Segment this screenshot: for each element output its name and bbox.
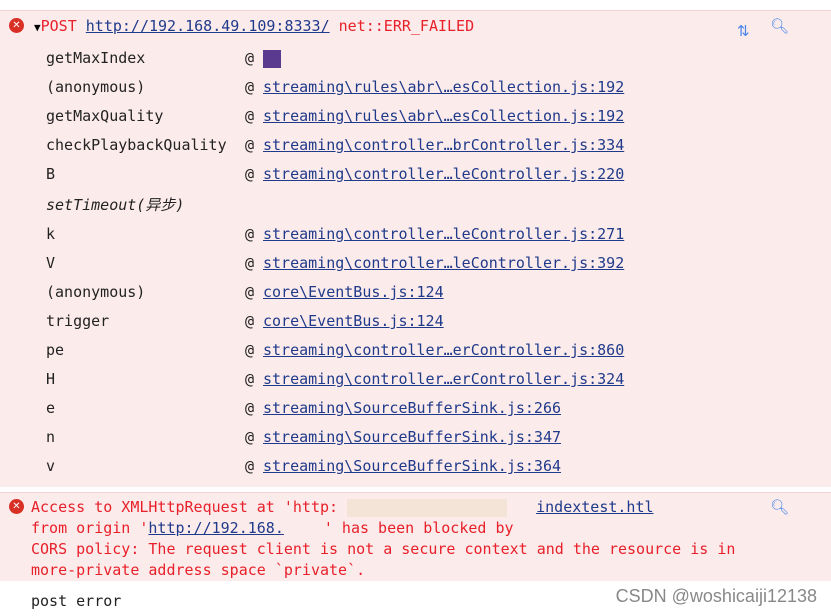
search-icon[interactable]: 🔍︎	[770, 498, 789, 516]
error-circle-icon: ✕	[9, 18, 24, 33]
stack-frame: B @ streaming\controller…leController.js:2…	[46, 163, 624, 185]
origin-link[interactable]: http://192.168.	[148, 519, 283, 537]
network-arrows-icon[interactable]: ⇅	[737, 22, 750, 40]
search-icon[interactable]: 🔍︎	[770, 17, 789, 35]
at-sign: @	[245, 165, 255, 183]
stack-frame: H @ streaming\controller…erController.js:3…	[46, 368, 624, 390]
function-name: getMaxIndex	[46, 49, 146, 67]
source-link[interactable]: streaming\controller…leController.js:392	[263, 254, 624, 272]
stack-frame: e @ streaming\SourceBufferSink.js:266	[46, 397, 561, 419]
stack-frame: (anonymous) @ streaming\rules\abr\…esColle…	[46, 76, 624, 98]
stack-frame: checkPlaybackQuality @ streaming\controlle…	[46, 134, 624, 156]
source-link[interactable]: streaming\controller…leController.js:220	[263, 165, 624, 183]
function-name: V	[46, 254, 56, 272]
at-sign: @	[245, 136, 255, 154]
request-url[interactable]: http://192.168.49.109:8333/	[86, 17, 330, 35]
function-name: (anonymous)	[46, 78, 146, 96]
source-link[interactable]: streaming\SourceBufferSink.js:347	[263, 428, 561, 446]
source-link[interactable]: streaming\controller…erController.js:860	[263, 341, 624, 359]
redacted-block	[263, 49, 281, 68]
at-sign: @	[245, 428, 255, 446]
at-sign: @	[245, 370, 255, 388]
function-name: e	[46, 399, 56, 417]
stack-frame: getMaxIndex @	[46, 47, 281, 69]
source-link[interactable]: streaming\controller…erController.js:324	[263, 370, 624, 388]
source-link[interactable]: core\EventBus.js:124	[263, 312, 444, 330]
stack-frame: (anonymous) @ core\EventBus.js:124	[46, 281, 444, 303]
at-sign: @	[245, 283, 255, 301]
function-name: setTimeout(异步)	[46, 196, 185, 214]
stack-frame: setTimeout(异步)	[46, 194, 184, 216]
stack-frame: V @ streaming\controller…leController.js:3…	[46, 252, 624, 274]
at-sign: @	[245, 312, 255, 330]
source-link[interactable]: indextest.htl	[536, 498, 653, 516]
function-name: trigger	[46, 312, 110, 330]
function-name: checkPlaybackQuality	[46, 136, 227, 154]
error-message-post: ✕ ▼POST http://192.168.49.109:8333/ net:…	[0, 10, 831, 487]
stack-frame: trigger @ core\EventBus.js:124	[46, 310, 444, 332]
source-link[interactable]: streaming\controller…brController.js:334	[263, 136, 624, 154]
status: net::ERR_FAILED	[338, 17, 475, 35]
at-sign: @	[245, 107, 255, 125]
function-name: (anonymous)	[46, 283, 146, 301]
stack-frame: getMaxQuality @ streaming\rules\abr\…esCol…	[46, 105, 624, 127]
source-link[interactable]: streaming\rules\abr\…esCollection.js:192	[263, 78, 624, 96]
at-sign: @	[245, 49, 255, 67]
console-log: post error	[31, 592, 122, 610]
function-name: v	[46, 457, 56, 475]
at-sign: @	[245, 225, 255, 243]
function-name: pe	[46, 341, 65, 359]
source-link[interactable]: streaming\controller…leController.js:271	[263, 225, 624, 243]
at-sign: @	[245, 78, 255, 96]
at-sign: @	[245, 341, 255, 359]
stack-frame: n @ streaming\SourceBufferSink.js:347	[46, 426, 561, 448]
function-name: n	[46, 428, 56, 446]
function-name: getMaxQuality	[46, 107, 164, 125]
error-circle-icon: ✕	[9, 499, 24, 514]
function-name: H	[46, 370, 56, 388]
at-sign: @	[245, 254, 255, 272]
at-sign: @	[245, 399, 255, 417]
source-link[interactable]: streaming\SourceBufferSink.js:364	[263, 457, 561, 475]
triangle-down-icon[interactable]: ▼	[34, 21, 41, 34]
function-name: B	[46, 165, 56, 183]
source-link[interactable]: streaming\SourceBufferSink.js:266	[263, 399, 561, 417]
error-message-cors: ✕ 🔍︎ Access to XMLHttpRequest at 'http: …	[0, 492, 831, 581]
at-sign: @	[245, 457, 255, 475]
function-name: k	[46, 225, 56, 243]
stack-frame: pe @ streaming\controller…erController.js:…	[46, 339, 624, 361]
stack-frame: v @ streaming\SourceBufferSink.js:364	[46, 455, 561, 477]
source-link[interactable]: core\EventBus.js:124	[263, 283, 444, 301]
source-link[interactable]: streaming\rules\abr\…esCollection.js:192	[263, 107, 624, 125]
stack-frame: k @ streaming\controller…leController.js:2…	[46, 223, 624, 245]
watermark: CSDN @woshicaiji12138	[615, 586, 817, 606]
method: POST	[40, 17, 77, 35]
